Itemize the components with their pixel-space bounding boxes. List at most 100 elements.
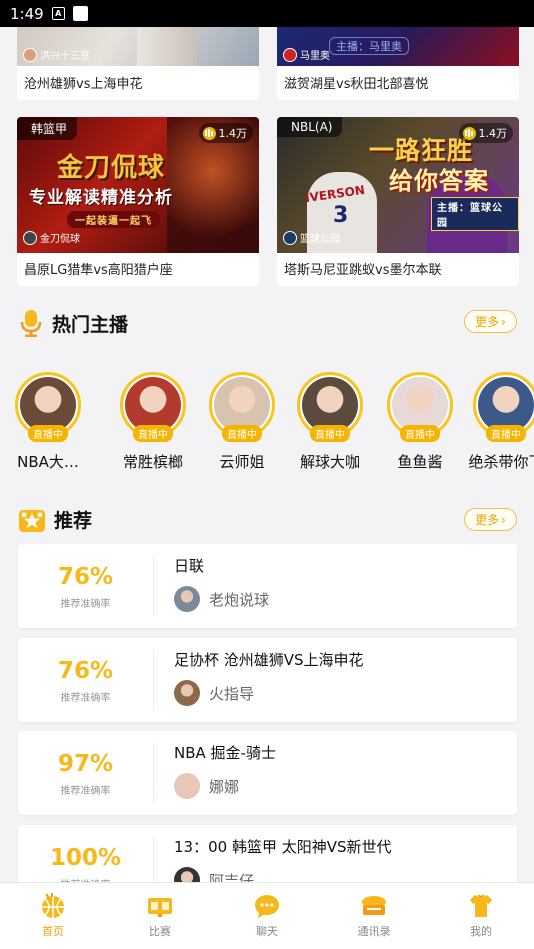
thumb-anchor: 篮球公园	[283, 230, 340, 245]
author-avatar	[174, 773, 200, 799]
view-count: 1.4万	[458, 123, 513, 143]
author[interactable]: 老炮说球	[174, 586, 269, 612]
anchor-avatar	[23, 47, 37, 62]
view-count: 1.4万	[198, 123, 253, 143]
anchor-avatar: 直播中	[209, 372, 275, 442]
anchor-name: 常胜槟榔	[122, 453, 183, 471]
live-badge: 直播中	[486, 425, 526, 442]
live-badge: 直播中	[310, 425, 350, 442]
thumb-anchor: 洪兴十三豆	[23, 47, 90, 62]
video-card[interactable]: IVERSON 3 一路狂胜 给你答案 主播：篮球公园 NBL(A) 1.4万 …	[277, 117, 519, 286]
author-name: 娜娜	[209, 777, 240, 796]
divider	[153, 650, 154, 710]
anchor-item[interactable]: 直播中 解球大咖	[290, 372, 370, 472]
author-avatar	[174, 680, 200, 706]
star-badge-icon	[19, 509, 45, 532]
jersey-number: 3	[333, 203, 349, 228]
anchor-item[interactable]: 直播中 常胜槟榔	[113, 372, 193, 472]
anchor-avatar: 直播中	[120, 372, 186, 442]
recommend-card[interactable]: 97% 推荐准确率 NBA 掘金-骑士 娜娜	[18, 731, 517, 815]
accuracy-label: 推荐准确率	[60, 786, 111, 797]
video-title: 沧州雄狮vs上海申花	[24, 77, 143, 92]
league-tag: 韩篮甲	[17, 117, 78, 140]
recommend-header: 推荐	[18, 506, 92, 533]
promo-tagline: 一起装逼一起飞	[67, 211, 160, 228]
hot-anchors-more-button[interactable]: 更多 ›	[464, 310, 517, 333]
live-badge: 直播中	[222, 425, 262, 442]
notification-a-icon: A	[51, 7, 65, 20]
promo-subline: 专业解读精准分析	[29, 188, 173, 208]
recommend-more-button[interactable]: 更多 ›	[464, 508, 517, 531]
live-badge: 直播中	[400, 425, 440, 442]
tab-home[interactable]: 首页	[13, 891, 93, 939]
anchor-item[interactable]: 直播中 NBA大…	[8, 372, 88, 472]
accuracy-percent: 76%	[57, 658, 114, 684]
live-badge: 直播中	[28, 425, 68, 442]
anchor-item[interactable]: 直播中绝杀带你飞	[466, 372, 534, 472]
thumb-anchor: 金刀侃球	[23, 230, 80, 245]
accuracy-percent: 97%	[57, 751, 114, 777]
tab-contacts[interactable]: 通讯录	[334, 891, 414, 939]
anchor-item[interactable]: 直播中 鱼鱼酱	[380, 372, 460, 472]
thumb-overlay: 主播：马里奥	[329, 37, 409, 55]
status-time: 1:49	[10, 4, 44, 23]
author[interactable]: 娜娜	[174, 773, 239, 799]
live-badge: 直播中	[133, 425, 173, 442]
notification-square-icon	[72, 6, 88, 21]
accuracy-label: 推荐准确率	[60, 693, 111, 704]
tab-chat[interactable]: 聊天	[227, 891, 307, 939]
scoreboard-icon	[148, 898, 172, 917]
home-feed[interactable]: 洪兴十三豆 沧州雄狮vs上海申花 主播：马里奥 马里奥 滋贺湖星vs秋田北部喜悦…	[0, 27, 534, 882]
chevron-right-icon: ›	[501, 512, 506, 527]
recommend-card[interactable]: 76% 推荐准确率 日联 老炮说球	[18, 544, 517, 628]
anchor-avatar: 直播中	[297, 372, 363, 442]
video-card[interactable]: 金刀侃球 专业解读精准分析 一起装逼一起飞 韩篮甲 1.4万 金刀侃球 昌原LG…	[17, 117, 259, 286]
tab-profile[interactable]: 我的	[441, 891, 521, 939]
jersey-icon	[470, 894, 492, 917]
recommend-card[interactable]: 100%推荐准确率13：00 韩篮甲 太阳神VS新世代阿吉仔	[18, 825, 517, 882]
chevron-right-icon: ›	[501, 314, 506, 329]
match-title: NBA 掘金-骑士	[174, 744, 276, 762]
league-tag: NBL(A)	[277, 117, 343, 137]
divider	[153, 556, 154, 616]
recommend-card[interactable]: 76% 推荐准确率 足协杯 沧州雄狮VS上海申花火指导	[18, 638, 517, 722]
video-title: 塔斯马尼亚跳蚁vs墨尔本联	[284, 263, 442, 278]
anchor-avatar	[283, 230, 297, 245]
video-title: 昌原LG猎隼vs高阳猎户座	[24, 263, 173, 278]
author[interactable]: 阿吉仔	[174, 867, 254, 882]
video-card[interactable]: 洪兴十三豆 沧州雄狮vs上海申花	[17, 27, 259, 100]
anchor-avatar: 直播中	[387, 372, 453, 442]
divider	[153, 743, 154, 803]
thumb-anchor: 马里奥	[283, 47, 330, 62]
promo-anchor-label: 主播：篮球公园	[431, 197, 519, 231]
video-thumbnail: IVERSON 3 一路狂胜 给你答案 主播：篮球公园 NBL(A) 1.4万 …	[277, 117, 519, 253]
anchor-name: NBA大…	[17, 453, 79, 471]
video-card[interactable]: 主播：马里奥 马里奥 滋贺湖星vs秋田北部喜悦	[277, 27, 519, 100]
anchor-name: 云师姐	[219, 453, 265, 471]
match-title: 足协杯 沧州雄狮VS上海申花	[174, 651, 364, 669]
promo-headline: 金刀侃球	[57, 153, 166, 183]
video-title: 滋贺湖星vs秋田北部喜悦	[284, 77, 429, 92]
hot-anchors-header: 热门主播	[18, 308, 128, 338]
video-thumbnail: 洪兴十三豆	[17, 27, 259, 66]
accuracy-percent: 100%	[49, 845, 122, 871]
author-name: 阿吉仔	[209, 871, 255, 883]
match-title: 13：00 韩篮甲 太阳神VS新世代	[174, 838, 392, 856]
anchor-name: 解球大咖	[299, 453, 360, 471]
divider	[153, 837, 154, 882]
tab-matches[interactable]: 比赛	[120, 891, 200, 939]
bottom-tab-bar: 首页 比赛 聊天 通讯录 我的	[0, 882, 534, 949]
anchor-avatar	[23, 230, 37, 245]
anchor-item[interactable]: 直播中 云师姐	[202, 372, 282, 472]
anchor-name: 鱼鱼酱	[397, 453, 443, 471]
author-name: 火指导	[209, 684, 255, 703]
live-bars-icon	[462, 126, 476, 140]
accuracy-label: 推荐准确率	[60, 599, 111, 610]
video-thumbnail: 金刀侃球 专业解读精准分析 一起装逼一起飞 韩篮甲 1.4万 金刀侃球	[17, 117, 259, 253]
chat-bubble-icon	[255, 895, 279, 918]
author-avatar	[174, 867, 200, 882]
anchor-avatar: 直播中	[473, 372, 534, 442]
contacts-icon	[362, 896, 386, 915]
author[interactable]: 火指导	[174, 680, 254, 706]
match-title: 日联	[174, 557, 205, 575]
